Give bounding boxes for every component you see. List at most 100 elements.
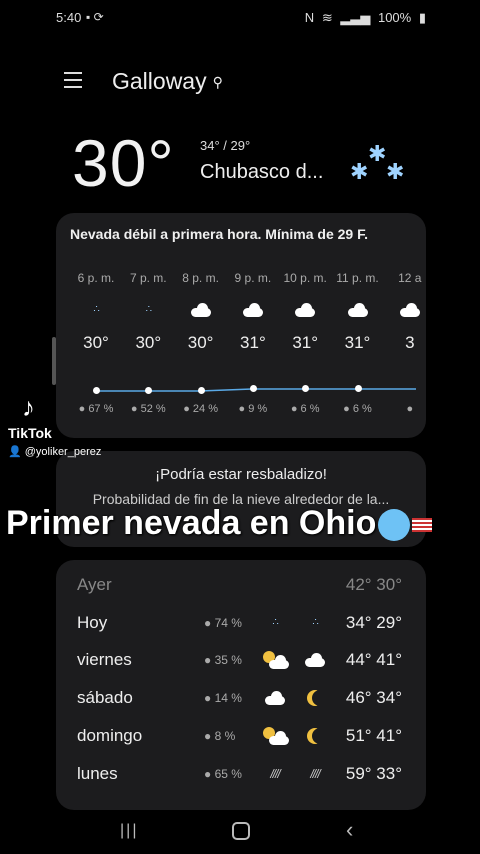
video-caption: Primer nevada en Ohio (6, 504, 433, 543)
current-conditions: 30° 34° / 29° Chubasco d... ✱ ✱ ✱ (72, 125, 432, 205)
hour-item: 8 p. m. 30° ● 24 % (175, 271, 227, 415)
day-name: sábado (77, 688, 133, 708)
location-name: Galloway (112, 68, 207, 94)
wifi-icon: ≋ (321, 10, 333, 25)
drop-icon: ● (204, 653, 215, 668)
nfc-icon: N (304, 10, 315, 25)
hour-item: 9 p. m. 31° ● 9 % (227, 271, 279, 415)
hourly-forecast-card[interactable]: Nevada débil a primera hora. Mínima de 2… (56, 213, 426, 438)
tiktok-name: TikTok (8, 425, 52, 441)
hour-temp: 30° (135, 333, 162, 352)
day-precip-value: 8 % (214, 728, 236, 743)
day-row[interactable]: sábado ● 14 % 46° 34° (56, 682, 426, 712)
day-precip: ● 74 % (204, 616, 242, 630)
day-row[interactable]: lunes ● 65 % //// //// 59° 33° (56, 758, 426, 788)
day-name: Ayer (77, 575, 112, 594)
cold-face-icon (378, 509, 411, 542)
day-precip: ● 14 % (204, 691, 242, 705)
day-precip: ● 65 % (204, 767, 242, 781)
snow-icon: ∴ (312, 616, 318, 628)
battery-level: 100% (377, 10, 412, 25)
cloud-icon (227, 297, 279, 323)
hour-precip-value: 6 % (300, 403, 320, 415)
status-time: 5:40 (56, 10, 82, 25)
day-row[interactable]: domingo ● 8 % 51° 41° (56, 720, 426, 750)
drop-icon: ● (406, 403, 414, 415)
status-right: N ≋ ▂▃▅ 100% ▮ (301, 10, 426, 26)
day-temps: 34° 29° (345, 612, 402, 632)
hour-precip: ● 24 % (175, 403, 227, 415)
navigation-bar: ||| ‹ (0, 806, 480, 854)
battery-icon: ▮ (418, 10, 426, 25)
hour-time: 12 a (398, 271, 422, 285)
day-name: lunes (77, 763, 118, 783)
hour-time: 8 p. m. (182, 271, 219, 285)
current-temperature: 30° (72, 126, 175, 200)
hour-item: 11 p. m. 31° ● 6 % (332, 271, 384, 415)
day-temps: 59° 33° (345, 763, 402, 783)
snow-icon: ∴ (93, 304, 99, 315)
precip-dot (354, 385, 362, 392)
hourly-list: 6 p. m. ∴ 30° ● 67 % 7 p. m. ∴ 30° ● 52 % 8 p. m… (56, 213, 426, 438)
hour-temp: 31° (292, 333, 319, 352)
sun-cloud-rain-icon (262, 650, 289, 670)
day-temps: 51° 41° (345, 725, 402, 745)
hour-time: 10 p. m. (283, 271, 327, 285)
daily-forecast-card[interactable]: Ayer 42° 30° Hoy ● 74 % ∴ ∴ 34° 29° viernes ● 35… (56, 560, 426, 810)
drop-icon: ● (204, 728, 215, 743)
day-row[interactable]: Hoy ● 74 % ∴ ∴ 34° 29° (56, 607, 426, 637)
hour-time: 9 p. m. (234, 271, 272, 285)
top-bar: Galloway ⚲ (64, 66, 424, 102)
location-title[interactable]: Galloway ⚲ (112, 68, 223, 95)
day-precip-value: 35 % (214, 653, 242, 668)
hour-precip: ● 6 % (332, 403, 384, 415)
day-row[interactable]: Ayer 42° 30° (56, 569, 426, 599)
snow-icon: ∴ (145, 304, 152, 315)
recent-apps-button[interactable]: ||| (120, 822, 138, 840)
precip-dot (197, 387, 205, 394)
precip-dot (249, 385, 257, 392)
current-high-low: 34° / 29° (200, 138, 251, 153)
drop-icon: ● (204, 615, 215, 630)
drop-icon: ● (183, 403, 193, 415)
hour-item: 12 a 3 ● (384, 271, 426, 415)
alert-title: ¡Podría estar resbaladizo! (155, 466, 327, 483)
hour-precip: ● 52 % (122, 403, 174, 415)
rain-icon: //// (310, 766, 320, 781)
cloud-icon (262, 688, 288, 708)
signal-icon: ▂▃▅ (340, 10, 371, 25)
current-condition: Chubasco d... (200, 161, 324, 183)
home-button[interactable] (232, 822, 250, 840)
rain-icon: //// (270, 766, 280, 781)
hour-precip-value: 9 % (248, 403, 268, 415)
back-button[interactable]: ‹ (346, 817, 353, 843)
tiktok-logo-icon: ♪ (22, 392, 35, 422)
day-row[interactable]: viernes ● 35 % 44° 41° (56, 644, 426, 674)
drop-icon: ● (204, 766, 215, 781)
video-caption-text: Primer nevada en Ohio (6, 504, 377, 542)
hour-precip-value: 52 % (140, 403, 166, 415)
tiktok-username-text: @yoliker_perez (24, 446, 102, 458)
hour-time: 7 p. m. (129, 271, 167, 285)
drop-icon: ● (204, 691, 215, 706)
day-precip: ● 8 % (204, 729, 235, 743)
day-temps: 44° 41° (345, 650, 402, 670)
location-pin-icon: ⚲ (212, 74, 223, 91)
hour-precip: ● (384, 403, 426, 415)
day-precip-value: 14 % (214, 691, 242, 706)
day-name: domingo (77, 725, 143, 745)
status-bar: 5:40 ▪ ⟳ N ≋ ▂▃▅ 100% ▮ (0, 0, 480, 36)
hour-precip-value: 6 % (352, 403, 372, 415)
hour-precip-value: 24 % (192, 403, 218, 415)
menu-icon[interactable] (64, 72, 84, 92)
precip-graph (93, 385, 416, 397)
moon-icon (302, 726, 328, 746)
tiktok-watermark: ♪ TikTok 👤 @yoliker_perez (8, 392, 108, 458)
day-name: Hoy (77, 612, 108, 632)
cloud-icon (332, 297, 384, 323)
day-precip: ● 35 % (204, 653, 242, 667)
hour-temp: 30° (187, 333, 214, 352)
day-precip-value: 74 % (214, 615, 242, 630)
hour-precip: ● 9 % (227, 403, 279, 415)
cloud-icon (302, 650, 328, 670)
